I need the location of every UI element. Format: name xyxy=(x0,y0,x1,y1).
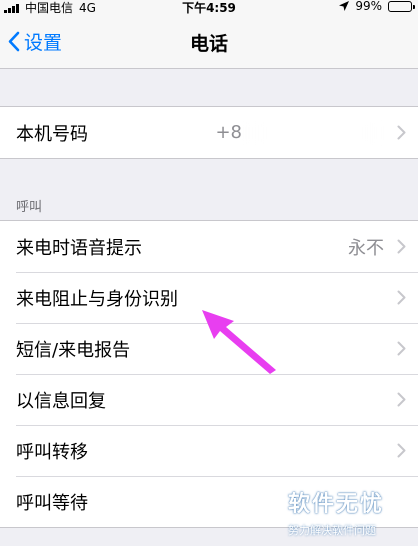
battery-percent: 99% xyxy=(355,0,382,13)
chevron-right-icon xyxy=(397,290,406,305)
cell-label: 本机号码 xyxy=(16,123,88,145)
watermark-sub: 努力解决软件问题 xyxy=(288,524,376,537)
battery-icon xyxy=(388,0,415,12)
my-number-value: +8 xyxy=(215,107,384,158)
my-number-group: 本机号码 +8 xyxy=(0,106,418,159)
status-right: 99% xyxy=(339,0,415,13)
chevron-right-icon xyxy=(397,443,406,458)
chevron-right-icon xyxy=(397,125,406,140)
chevron-right-icon xyxy=(397,392,406,407)
my-number-text: +8 xyxy=(215,122,242,143)
cell-label: 短信/来电报告 xyxy=(16,339,131,361)
cell-label: 呼叫等待 xyxy=(16,492,88,514)
cell-label: 来电时语音提示 xyxy=(16,237,142,259)
page-title: 电话 xyxy=(189,33,228,55)
respond-with-text-cell[interactable]: 以信息回复 xyxy=(0,374,418,425)
section-header-calls: 呼叫 xyxy=(16,200,43,215)
watermark-brand: 软件无忧 xyxy=(288,492,385,517)
chevron-right-icon xyxy=(397,341,406,356)
calls-group: 来电时语音提示 永不 来电阻止与身份识别 短信/来电报告 以信息回复 呼叫转移 … xyxy=(0,220,418,528)
cell-label: 呼叫转移 xyxy=(16,441,88,463)
cell-label: 来电阻止与身份识别 xyxy=(16,288,178,310)
cell-label: 以信息回复 xyxy=(16,390,106,412)
announce-calls-value: 永不 xyxy=(348,237,384,259)
call-forwarding-cell[interactable]: 呼叫转移 xyxy=(0,425,418,476)
location-icon xyxy=(339,1,350,11)
chevron-right-icon xyxy=(397,239,406,254)
nav-bar: 设置 电话 xyxy=(0,14,418,69)
privacy-blur xyxy=(244,121,384,144)
announce-calls-cell[interactable]: 来电时语音提示 永不 xyxy=(0,221,418,272)
status-bar: 中国电信 4G 下午4:59 99% xyxy=(0,0,418,15)
annotation-arrow-icon xyxy=(202,310,276,374)
watermark: 软件无忧 努力解决软件问题 xyxy=(288,486,412,538)
my-number-cell[interactable]: 本机号码 +8 xyxy=(0,107,418,158)
